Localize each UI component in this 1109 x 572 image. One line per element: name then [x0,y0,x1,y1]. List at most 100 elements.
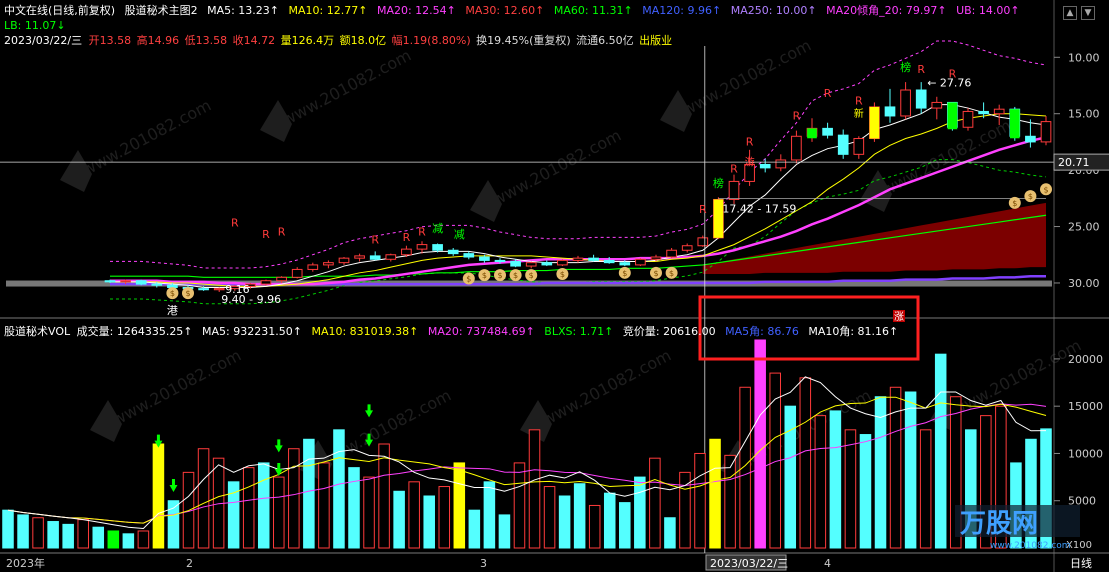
money-bag-symbol: $ [1012,199,1017,208]
candle [884,88,896,123]
r-signal-label: R [746,135,754,148]
signal-candle [807,128,817,139]
candle [853,136,865,159]
volume-bar [468,509,481,549]
money-bag-icon: $ [1040,183,1052,196]
scroll-down-icon[interactable]: ▼ [1081,6,1095,20]
down-arrow-icon [365,404,374,418]
candle-body [135,280,147,285]
candle [572,255,584,263]
candle [588,254,599,262]
reduce-signal-label: 减 [454,228,465,241]
money-bag-symbol: $ [1028,192,1033,201]
volume-bar [634,476,646,549]
chart-nav-buttons: ▲ ▼ [1059,2,1107,24]
candle-body [541,262,553,266]
candle [775,154,787,172]
down-arrow-icon [274,462,283,476]
quote-sector[interactable]: 出版业 [639,34,672,47]
candle-body [307,264,319,270]
candle-body [510,261,521,267]
quote-close: 收14.72 [232,34,276,47]
candle [307,262,319,272]
vol-ma5-angle: MA5角: 86.76 [725,325,799,338]
candle [962,108,974,131]
watermark-logo: www.201082.com [860,116,1014,212]
candle [525,261,537,269]
volume-bar [694,452,706,549]
money-bag-symbol: $ [482,271,487,280]
money-bag-symbol: $ [466,274,471,283]
volume-bar [348,467,360,549]
watermark-text: www.201082.com [79,96,214,180]
r-signal-label: R [793,109,801,122]
ma250-value: MA250: 10.00↑ [730,4,817,17]
volume-bar [483,481,496,549]
candle-body [759,163,771,169]
quote-float: 流通6.50亿 [576,34,634,47]
candle [1040,115,1052,146]
down-arrow-icon [274,439,283,453]
r-signal-label: R [949,68,957,81]
scroll-up-icon[interactable]: ▲ [1063,6,1077,20]
volume-bar [664,517,676,549]
volume-tick-label: 15000 [1068,400,1103,413]
candle-body [728,180,740,200]
candle-body [588,257,599,261]
candle [447,247,459,256]
signal-candle [869,106,880,139]
volume-bar [649,457,661,549]
volume-bar [288,448,300,549]
money-bag-symbol: $ [529,271,534,280]
ma30-value: MA30: 12.60↑ [465,4,545,17]
stock-chart[interactable]: www.201082.com www.201082.com www.201082.c… [0,0,1109,572]
volume-bar [333,429,345,549]
r-signal-label: R [699,203,707,216]
candle-body [213,288,225,291]
ma120-value: MA120: 9.96↑ [642,4,722,17]
candle [135,279,147,286]
money-bag-icon: $ [1008,196,1021,209]
money-bag-icon: $ [494,269,506,282]
volume-bar [453,462,466,549]
r-signal-label: R [917,63,925,76]
ub-value: UB: 14.00↑ [956,4,1020,17]
volume-bar [257,462,270,549]
watermark-logo: www.201082.com [60,96,214,192]
candle-body [276,276,287,282]
indicator-name[interactable]: 股道秘术主图2 [125,4,198,17]
volume-bar [814,415,827,549]
quote-open: 开13.58 [88,34,132,47]
money-bag-icon: $ [462,272,475,285]
volume-bar [273,476,285,549]
date-label: 3 [480,557,487,570]
volume-bar [378,443,390,549]
volume-bar [528,429,541,549]
candle-body [104,280,116,283]
money-bag-symbol: $ [560,270,565,279]
volume-bar [904,391,917,549]
volume-bar [724,454,736,549]
candle-body [401,248,412,256]
money-bag-symbol: $ [669,269,674,278]
candle-body [120,280,131,283]
vol-name[interactable]: 股道秘术VOL [4,325,70,338]
money-bag-icon: $ [166,287,179,300]
money-bag-icon: $ [525,269,538,282]
candle [915,82,927,114]
candle-body [697,237,709,247]
date-label: 2023年 [6,556,45,570]
volume-bar [92,526,105,549]
quote-amount: 额18.0亿 [339,34,387,47]
candle [338,257,350,265]
candle-body [650,256,662,260]
candle-body [572,257,584,261]
candle-body [962,110,974,128]
candle-body [915,89,927,109]
watermark-text: www.201082.com [279,46,414,130]
volume-bar [543,486,556,549]
r-signal-label: R [730,162,738,175]
date-label: 2 [186,557,193,570]
volume-indicator-header: 股道秘术VOL 成交量: 1264335.25↑ MA5: 932231.50↑… [4,325,904,339]
money-bag-symbol: $ [513,271,518,280]
